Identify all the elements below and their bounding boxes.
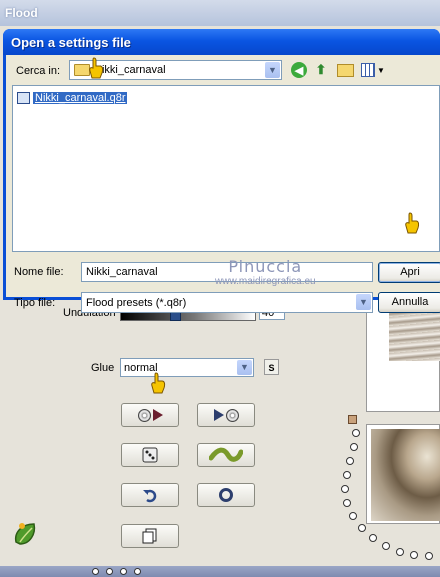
back-button[interactable]: ◀: [290, 61, 308, 79]
ring-decoration: [134, 568, 141, 575]
glue-select[interactable]: normal ▼: [120, 358, 254, 377]
ring-decoration: [120, 568, 127, 575]
watermark: Pinuccia www.maidiregrafica.eu: [215, 257, 316, 287]
disc-icon: [225, 408, 239, 422]
ring-decoration: [343, 471, 351, 479]
view-menu-button[interactable]: ▼: [360, 61, 386, 79]
chevron-down-icon: ▼: [377, 65, 385, 75]
leaf-logo-icon: [14, 523, 36, 545]
preview-handle[interactable]: [348, 415, 357, 424]
file-icon: [17, 92, 30, 104]
wave-button[interactable]: [197, 443, 255, 467]
ring-decoration: [350, 443, 358, 451]
ring-decoration: [369, 534, 377, 542]
copy-button[interactable]: [121, 524, 179, 548]
dice-icon: [142, 447, 158, 463]
up-folder-button[interactable]: ⬆: [312, 61, 330, 79]
ring-decoration: [358, 524, 366, 532]
ring-decoration: [341, 485, 349, 493]
ring-decoration: [382, 542, 390, 550]
ring-decoration: [92, 568, 99, 575]
ring-decoration: [106, 568, 113, 575]
chevron-down-icon[interactable]: ▼: [237, 360, 252, 375]
up-folder-icon: ⬆: [315, 62, 327, 77]
file-type-label: Tipo file:: [14, 297, 56, 309]
play-icon: [213, 409, 224, 421]
file-name-label: Nome file:: [14, 266, 64, 278]
flood-title-bar: Flood: [0, 0, 440, 26]
circle-icon: [219, 488, 233, 502]
file-item[interactable]: Nikki_carnaval.q8r: [17, 92, 128, 104]
file-type-value: Flood presets (*.q8r): [86, 297, 187, 309]
ring-decoration: [396, 548, 404, 556]
look-in-value: Nikki_carnaval: [94, 64, 166, 76]
watermark-url: www.maidiregrafica.eu: [215, 276, 316, 287]
ring-decoration: [352, 429, 360, 437]
pointing-hand-icon: [89, 57, 104, 79]
ring-decoration: [349, 512, 357, 520]
file-type-select[interactable]: Flood presets (*.q8r) ▼: [81, 292, 373, 313]
randomize-button[interactable]: [121, 443, 179, 467]
flood-title: Flood: [5, 6, 38, 20]
new-folder-button[interactable]: [336, 61, 354, 79]
open-button[interactable]: Apri: [378, 262, 440, 283]
ring-decoration: [346, 457, 354, 465]
new-folder-icon: [336, 63, 354, 77]
ring-decoration: [343, 499, 351, 507]
reset-button[interactable]: [197, 483, 255, 507]
chevron-down-icon[interactable]: ▼: [265, 62, 280, 78]
preview-result: [366, 424, 440, 524]
play-icon: [152, 409, 163, 421]
file-name: Nikki_carnaval.q8r: [33, 92, 128, 104]
pointing-hand-icon: [405, 212, 420, 234]
look-in-label: Cerca in:: [16, 65, 61, 77]
ring-decoration: [410, 551, 418, 559]
watermark-name: Pinuccia: [228, 257, 303, 276]
taskbar-strip: [0, 566, 440, 577]
save-preset-button[interactable]: [197, 403, 255, 427]
wave-icon: [209, 447, 243, 462]
ring-decoration: [425, 552, 433, 560]
file-list[interactable]: Nikki_carnaval.q8r: [12, 85, 440, 252]
dialog-title-bar[interactable]: Open a settings file: [3, 29, 440, 55]
copy-icon: [142, 528, 157, 544]
cancel-button[interactable]: Annulla: [378, 292, 440, 313]
back-icon: ◀: [291, 62, 307, 78]
undo-button[interactable]: [121, 483, 179, 507]
load-preset-button[interactable]: [121, 403, 179, 427]
pointing-hand-icon: [151, 372, 166, 394]
s-button[interactable]: S: [264, 359, 279, 375]
dialog-title: Open a settings file: [11, 35, 131, 50]
view-menu-icon: [361, 63, 376, 77]
chevron-down-icon[interactable]: ▼: [356, 294, 371, 310]
undo-icon: [143, 489, 157, 503]
disc-icon: [137, 408, 151, 422]
glue-label: Glue: [91, 362, 115, 374]
